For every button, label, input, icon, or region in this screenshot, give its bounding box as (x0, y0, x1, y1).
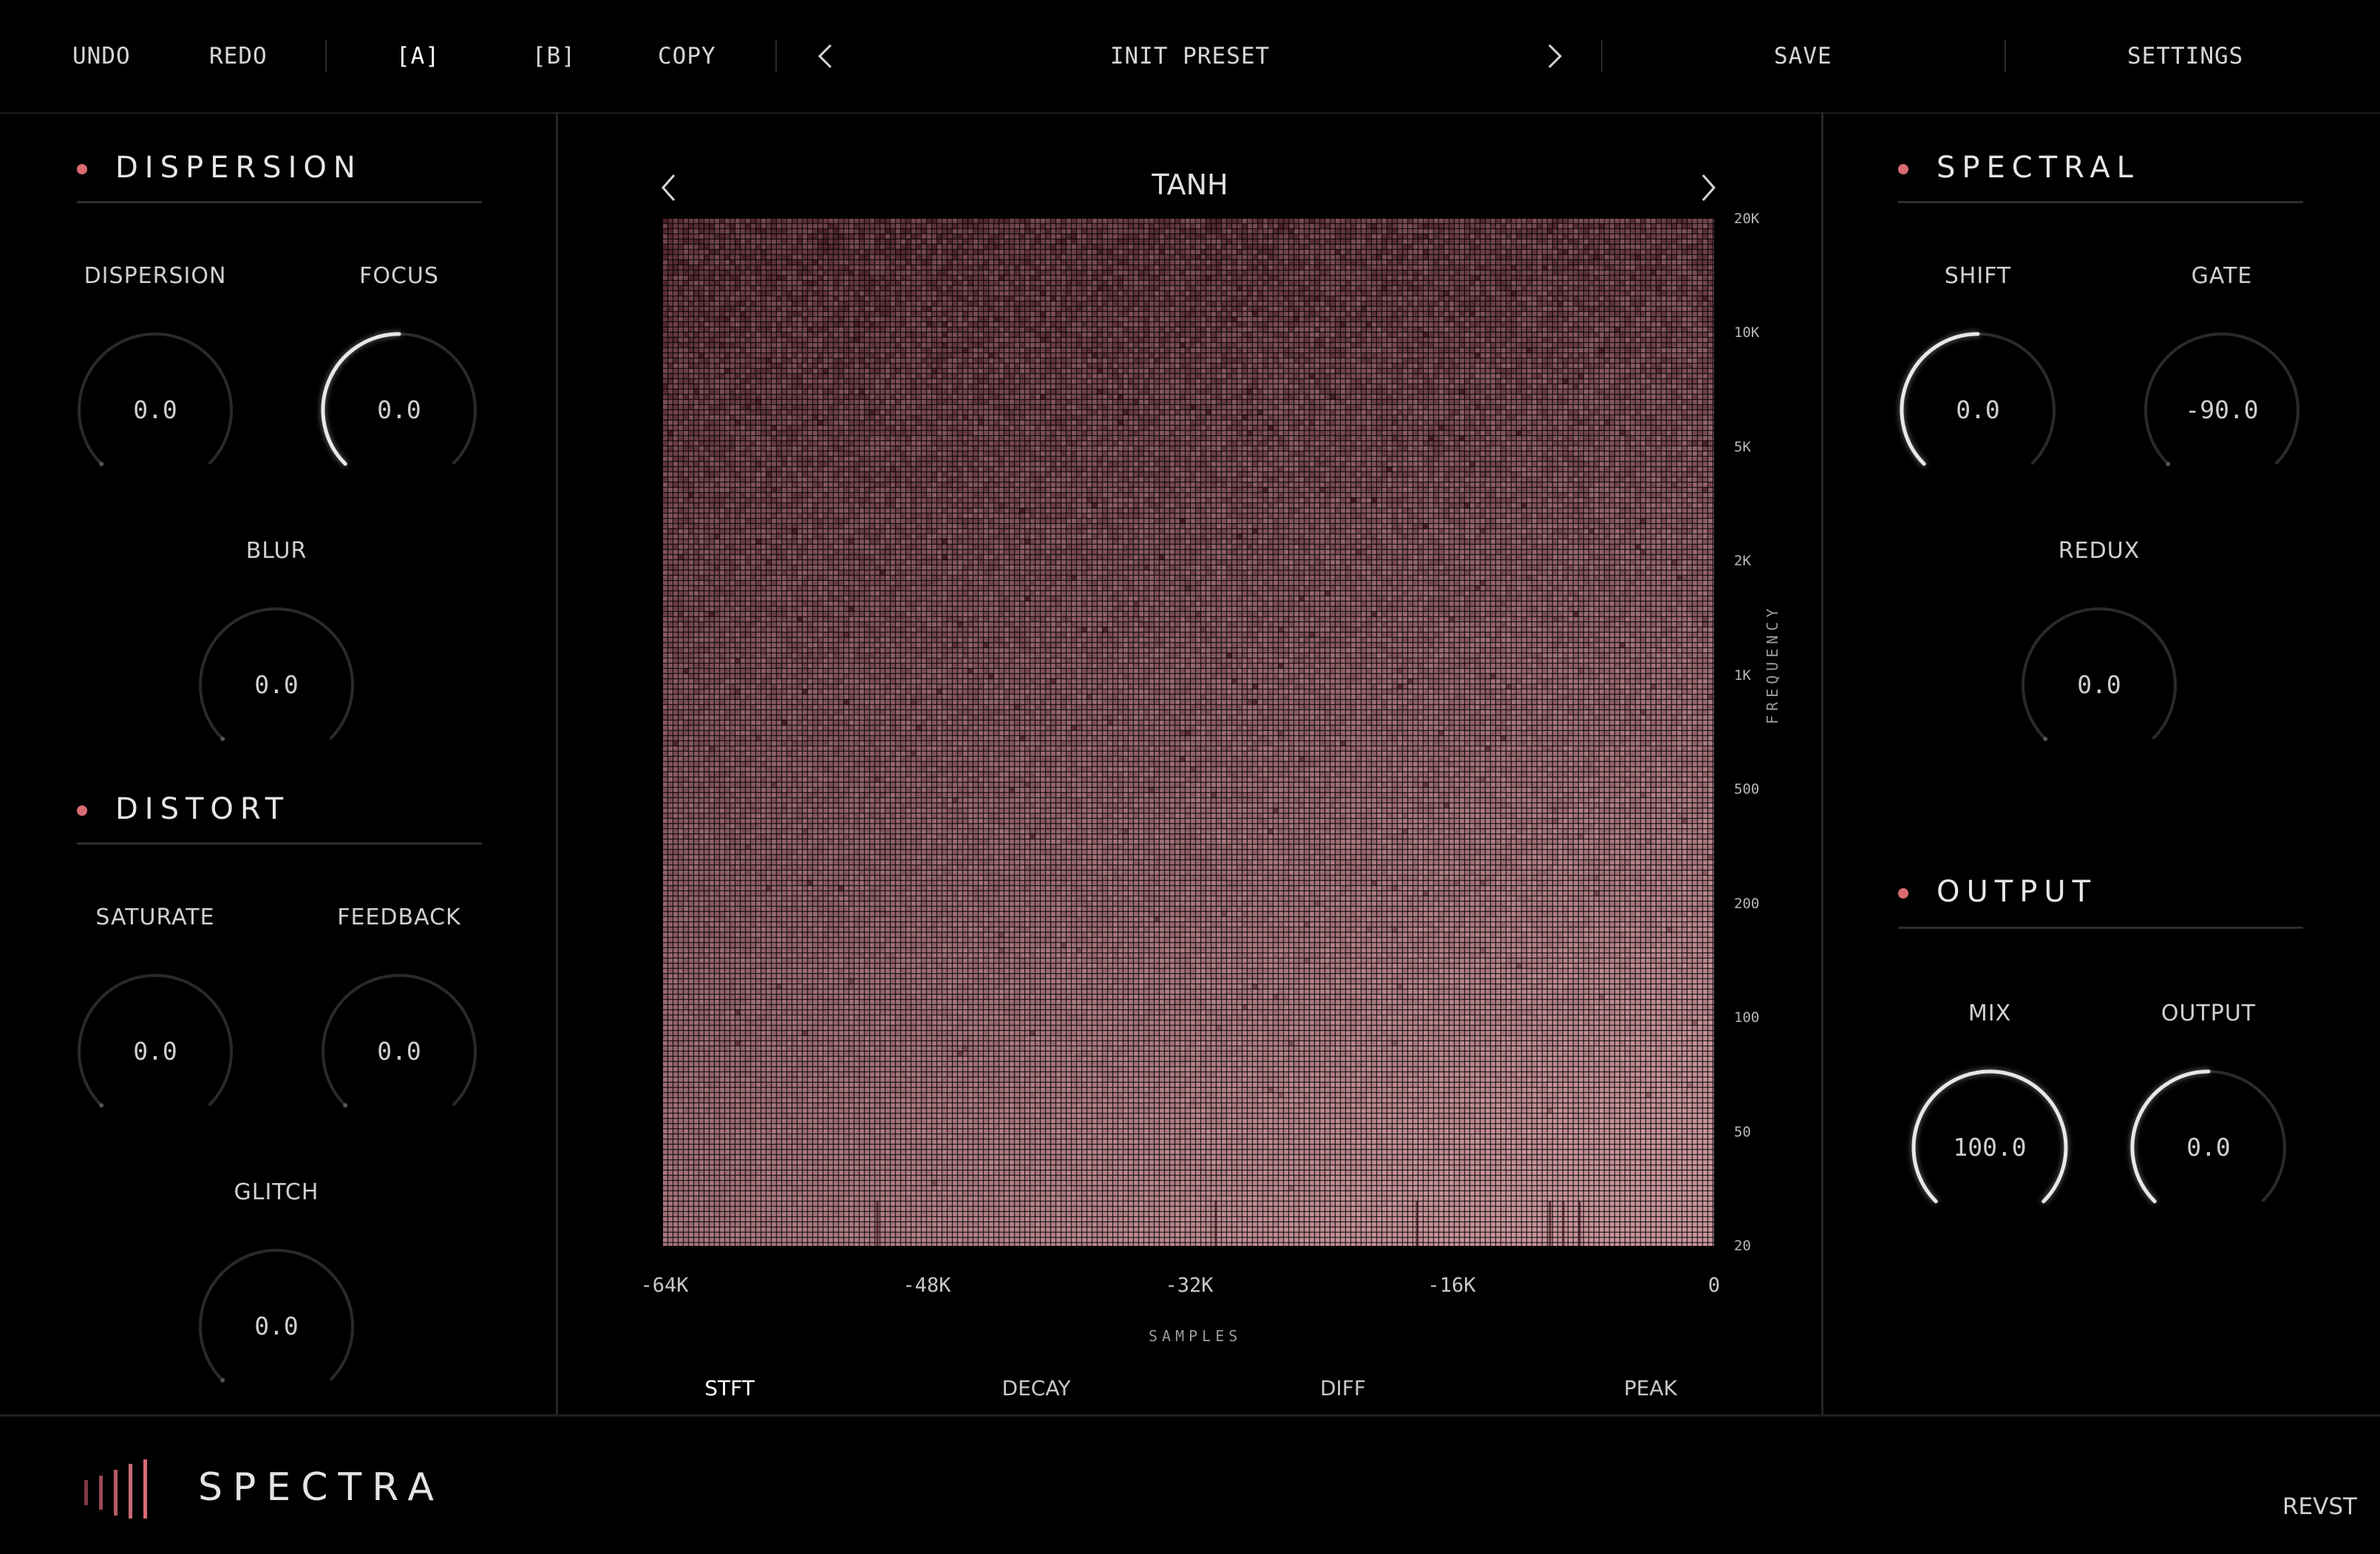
knob-value: 0.0 (133, 1037, 177, 1066)
glitch-knob[interactable]: 0.0 (191, 1241, 361, 1411)
chevron-right-icon (1701, 174, 1716, 201)
dispersion-knob[interactable]: 0.0 (70, 325, 240, 495)
saturate-knob[interactable]: 0.0 (70, 967, 240, 1136)
divider (2005, 40, 2006, 72)
frequency-tick-label: 10K (1734, 324, 1760, 341)
knob-value: 0.0 (254, 1312, 299, 1340)
section-dot (1898, 888, 1908, 899)
frequency-tick-label: 2K (1734, 553, 1751, 570)
distort-title: DISTORT (115, 792, 290, 826)
tab-diff[interactable]: DIFF (1320, 1376, 1366, 1400)
gate-label: GATE (2191, 263, 2253, 289)
divider (1601, 40, 1602, 72)
glitch-label: GLITCH (234, 1179, 319, 1205)
chevron-right-icon (1548, 44, 1563, 69)
blur-knob[interactable]: 0.0 (191, 600, 361, 770)
knob-value: 0.0 (377, 1037, 421, 1066)
saturate-label: SATURATE (95, 904, 215, 930)
mix-knob[interactable]: 100.0 (1905, 1063, 2075, 1233)
knob-value: 0.0 (2186, 1133, 2231, 1162)
brand-name: SPECTRA (198, 1465, 444, 1510)
copy-button[interactable]: COPY (658, 0, 716, 112)
panel-divider (1821, 112, 1823, 1414)
toolbar: UNDO REDO [A] [B] COPY INIT PRESET SAVE … (0, 0, 2380, 114)
section-divider (77, 201, 482, 203)
shift-knob[interactable]: 0.0 (1893, 325, 2063, 495)
knob-value: 0.0 (2077, 670, 2121, 699)
samples-tick-label: -32K (1165, 1274, 1214, 1297)
undo-button[interactable]: UNDO (72, 0, 131, 112)
chevron-left-icon (817, 44, 832, 69)
tab-decay[interactable]: DECAY (1002, 1376, 1071, 1400)
knob-value: -90.0 (2185, 395, 2259, 424)
mode-title: TANH (1152, 168, 1228, 201)
samples-axis-title: SAMPLES (1149, 1327, 1242, 1345)
divider (775, 40, 777, 72)
shift-label: SHIFT (1944, 263, 2012, 289)
frequency-tick-label: 100 (1734, 1009, 1760, 1026)
feedback-label: FEEDBACK (337, 904, 461, 930)
frequency-tick-label: 5K (1734, 438, 1751, 455)
output-label: OUTPUT (2160, 1001, 2257, 1026)
focus-knob[interactable]: 0.0 (314, 325, 484, 495)
next-preset-button[interactable] (1545, 43, 1564, 69)
frequency-tick-label: 20 (1734, 1238, 1751, 1254)
samples-tick-label: -48K (902, 1274, 951, 1297)
preset-name[interactable]: INIT PRESET (961, 0, 1419, 112)
mix-label: MIX (1968, 1001, 2012, 1026)
spectrogram-canvas[interactable] (663, 219, 1714, 1246)
tab-stft[interactable]: STFT (704, 1376, 755, 1400)
brand-logo-icon (84, 1459, 147, 1519)
output-knob[interactable]: 0.0 (2124, 1063, 2294, 1233)
panel-divider (556, 112, 558, 1414)
prev-preset-button[interactable] (816, 43, 835, 69)
knob-value: 100.0 (1953, 1133, 2027, 1162)
frequency-tick-label: 20K (1734, 211, 1760, 227)
frequency-tick-label: 200 (1734, 895, 1760, 912)
slot-a-button[interactable]: [A] (396, 0, 440, 112)
footer: SPECTRA REVST (0, 1414, 2380, 1554)
slot-b-button[interactable]: [B] (532, 0, 576, 112)
section-dot (77, 164, 87, 174)
knob-value: 0.0 (254, 670, 299, 699)
feedback-knob[interactable]: 0.0 (314, 967, 484, 1136)
settings-button[interactable]: SETTINGS (2127, 0, 2243, 112)
section-dot (77, 805, 87, 816)
frequency-tick-label: 500 (1734, 781, 1760, 798)
tab-peak[interactable]: PEAK (1624, 1376, 1677, 1400)
frequency-tick-label: 1K (1734, 667, 1751, 684)
redo-button[interactable]: REDO (209, 0, 268, 112)
prev-mode-button[interactable] (659, 173, 679, 202)
section-divider (1898, 201, 2303, 203)
section-divider (1898, 927, 2303, 929)
knob-value: 0.0 (133, 395, 177, 424)
maker-name: REVST (2282, 1493, 2357, 1520)
redux-knob[interactable]: 0.0 (2014, 600, 2184, 770)
gate-knob[interactable]: -90.0 (2137, 325, 2307, 495)
frequency-axis-title: FREQUENCY (1764, 604, 1781, 724)
samples-tick-label: -64K (640, 1274, 689, 1297)
samples-tick-label: 0 (1707, 1274, 1721, 1297)
output-title: OUTPUT (1937, 875, 2098, 909)
spectral-title: SPECTRAL (1937, 151, 2140, 185)
knob-value: 0.0 (1956, 395, 2000, 424)
frequency-tick-label: 50 (1734, 1123, 1751, 1140)
samples-tick-label: -16K (1427, 1274, 1476, 1297)
section-divider (77, 842, 482, 845)
chevron-left-icon (661, 174, 676, 201)
redux-label: REDUX (2058, 538, 2141, 564)
dispersion-title: DISPERSION (115, 151, 362, 185)
knob-value: 0.0 (377, 395, 421, 424)
blur-label: BLUR (245, 538, 307, 564)
dispersion-label: DISPERSION (84, 263, 227, 289)
section-dot (1898, 164, 1908, 174)
save-button[interactable]: SAVE (1774, 0, 1832, 112)
next-mode-button[interactable] (1699, 173, 1718, 202)
divider (325, 40, 327, 72)
focus-label: FOCUS (359, 263, 439, 289)
